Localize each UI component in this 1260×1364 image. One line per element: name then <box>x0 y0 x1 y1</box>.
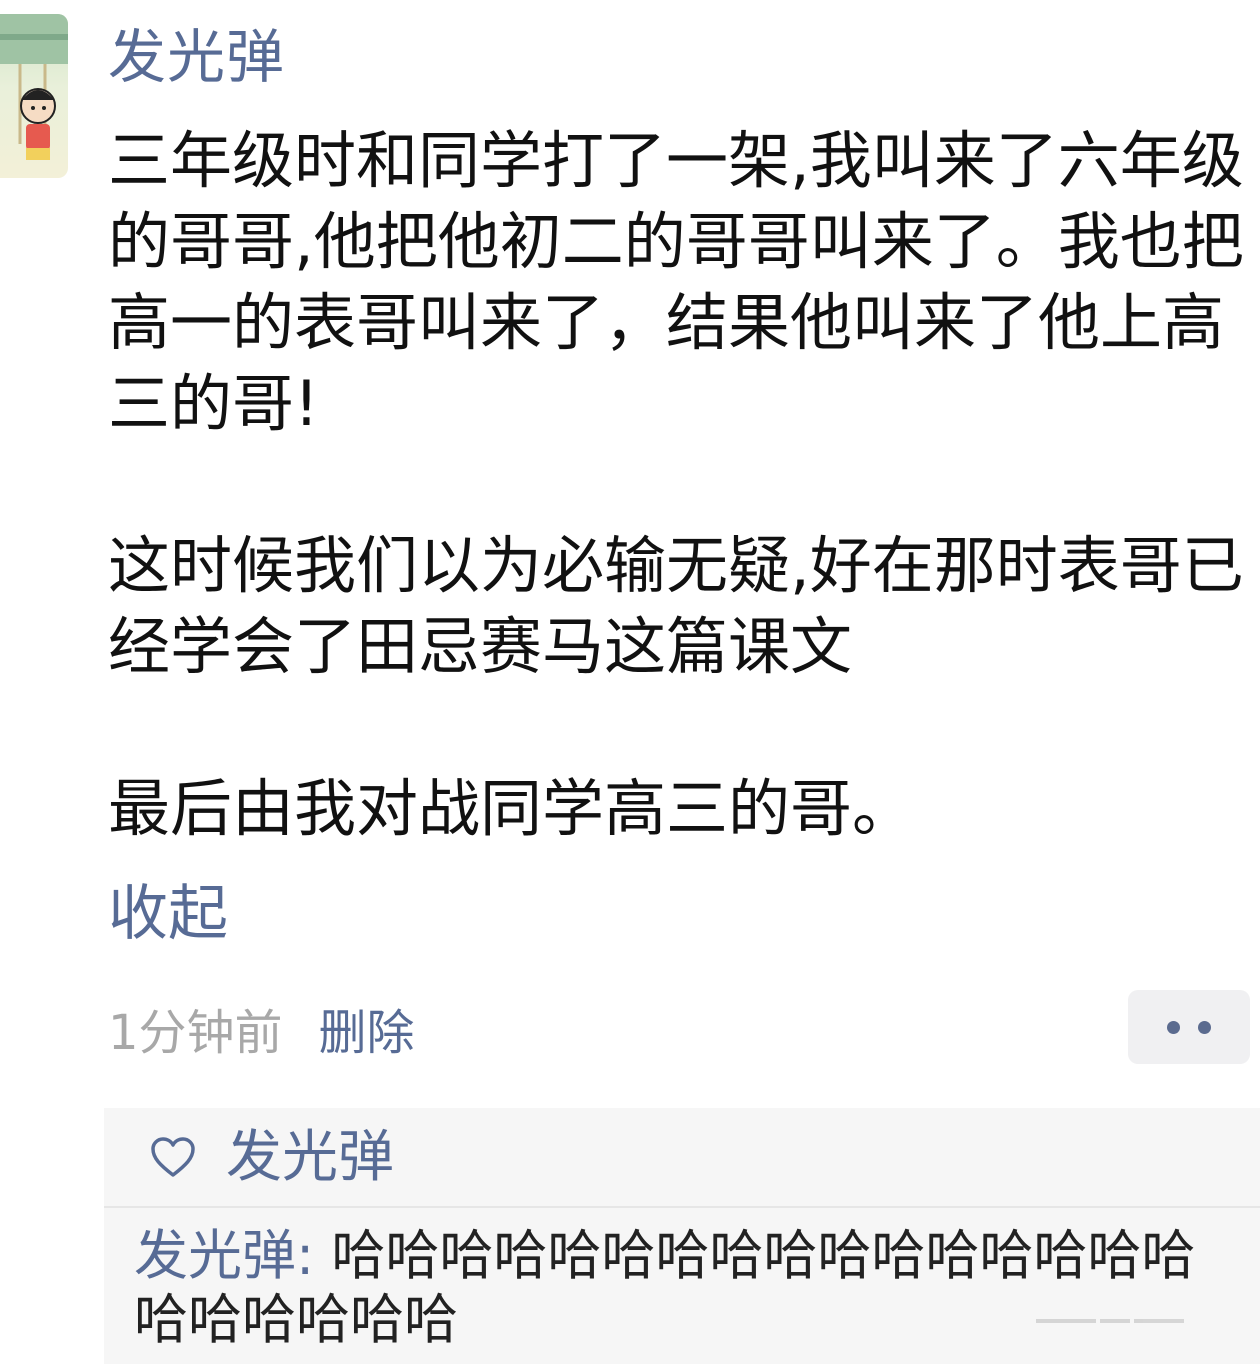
divider <box>104 1206 1260 1208</box>
post-paragraph: 这时候我们以为必输无疑,好在那时表哥已经学会了田忌赛马这篇课文 <box>108 529 1244 683</box>
comment-author[interactable]: 发光弹 <box>134 1224 296 1287</box>
heart-icon <box>151 1137 195 1177</box>
post-meta: 1分钟前 删除 <box>108 993 415 1063</box>
moments-post: 发光弹 三年级时和同学打了一架,我叫来了六年级的哥哥,他把他初二的哥哥叫来了。我… <box>0 0 1260 1364</box>
delete-link[interactable]: 删除 <box>319 993 415 1063</box>
collapse-link[interactable]: 收起 <box>108 876 228 952</box>
watermark-bar <box>1036 1319 1096 1323</box>
comment-separator: : <box>296 1224 332 1287</box>
watermark-bar <box>1100 1319 1130 1323</box>
more-actions-button[interactable] <box>1128 990 1250 1064</box>
post-author-name[interactable]: 发光弹 <box>108 22 285 92</box>
watermark <box>1036 1306 1236 1336</box>
cartoon-avatar-icon <box>0 14 68 160</box>
like-user-name[interactable]: 发光弹 <box>226 1126 394 1190</box>
post-content: 三年级时和同学打了一架,我叫来了六年级的哥哥,他把他初二的哥哥叫来了。我也把高一… <box>108 120 1258 849</box>
watermark-bar <box>1134 1319 1184 1323</box>
avatar[interactable] <box>0 14 68 178</box>
more-dots-icon <box>1198 1020 1211 1034</box>
post-paragraph: 最后由我对战同学高三的哥。 <box>108 772 915 845</box>
likes-row: 发光弹 <box>104 1108 1260 1206</box>
post-timestamp: 1分钟前 <box>108 1005 283 1061</box>
more-dots-icon <box>1167 1020 1180 1034</box>
post-paragraph: 三年级时和同学打了一架,我叫来了六年级的哥哥,他把他初二的哥哥叫来了。我也把高一… <box>108 124 1244 440</box>
